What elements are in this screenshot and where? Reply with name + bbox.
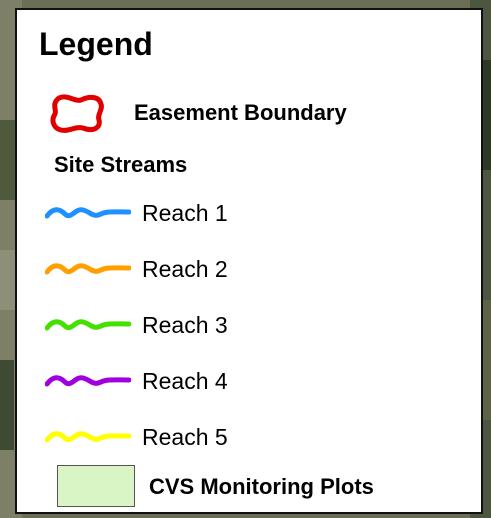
legend-group-site-streams: Site Streams bbox=[17, 150, 481, 190]
reach-4-label: Reach 4 bbox=[142, 368, 228, 394]
legend-item-reach-1: Reach 1 bbox=[17, 196, 481, 236]
legend-item-reach-2: Reach 2 bbox=[17, 252, 481, 292]
legend-item-reach-3: Reach 3 bbox=[17, 308, 481, 348]
legend-item-reach-4: Reach 4 bbox=[17, 364, 481, 404]
easement-boundary-icon bbox=[50, 94, 104, 133]
legend-title: Legend bbox=[39, 26, 153, 62]
easement-boundary-label: Easement Boundary bbox=[134, 100, 347, 125]
stream-line-icon bbox=[45, 207, 131, 219]
cvs-monitoring-plot-swatch bbox=[57, 465, 135, 507]
reach-3-label: Reach 3 bbox=[142, 312, 228, 338]
reach-5-label: Reach 5 bbox=[142, 424, 228, 450]
cvs-monitoring-plots-label: CVS Monitoring Plots bbox=[149, 474, 374, 499]
stream-line-icon bbox=[45, 263, 131, 275]
stream-line-icon bbox=[45, 319, 131, 331]
reach-2-label: Reach 2 bbox=[142, 256, 228, 282]
reach-1-label: Reach 1 bbox=[142, 200, 228, 226]
legend-item-reach-5: Reach 5 bbox=[17, 420, 481, 460]
map-legend: Legend Easement Boundary Site Streams Re… bbox=[15, 8, 483, 514]
legend-item-easement-boundary: Easement Boundary bbox=[17, 92, 481, 133]
stream-line-icon bbox=[45, 431, 131, 443]
site-streams-heading: Site Streams bbox=[54, 152, 188, 177]
stream-line-icon bbox=[45, 375, 131, 387]
